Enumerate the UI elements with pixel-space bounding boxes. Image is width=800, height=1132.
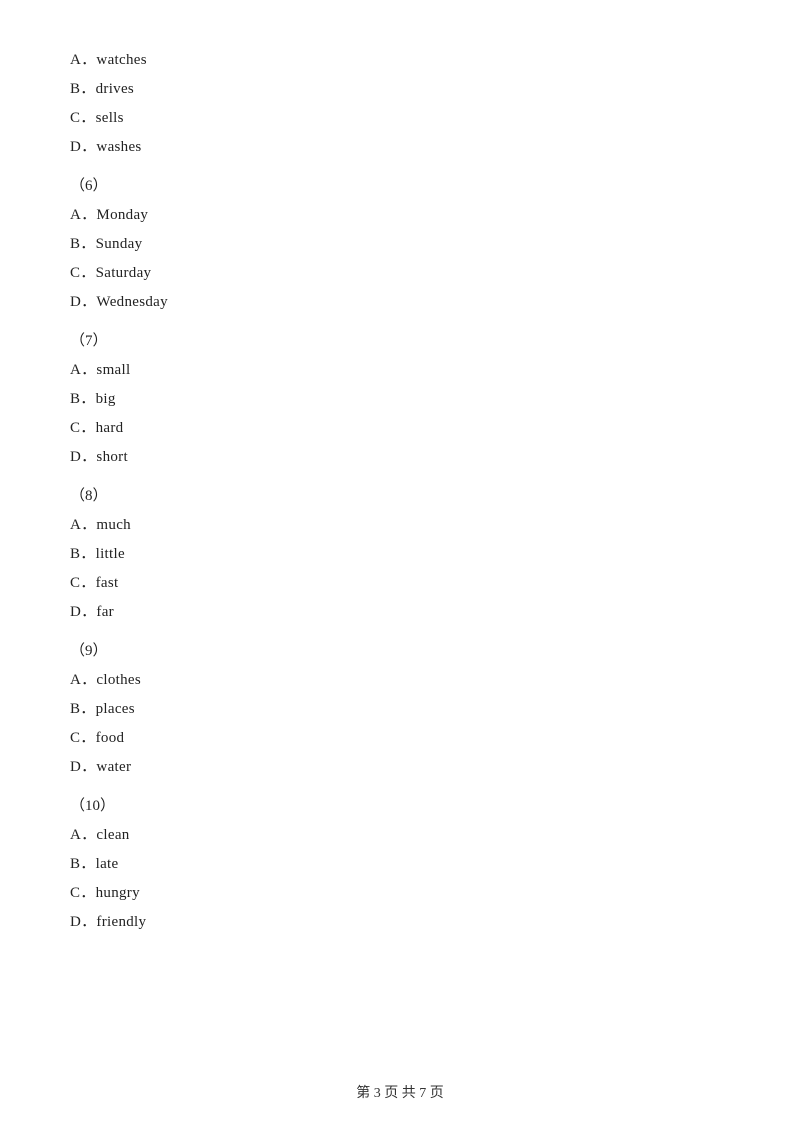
option-9b: B．places: [70, 697, 730, 718]
option-8b: B．little: [70, 542, 730, 563]
page-content: A．watches B．drives C．sells D．washes （6） …: [0, 0, 800, 999]
question-number-10: （10）: [70, 794, 730, 815]
option-5b: B．drives: [70, 77, 730, 98]
question-block-6: （6） A．Monday B．Sunday C．Saturday D．Wedne…: [70, 174, 730, 311]
question-block-7: （7） A．small B．big C．hard D．short: [70, 329, 730, 466]
question-block-8: （8） A．much B．little C．fast D．far: [70, 484, 730, 621]
footer-text: 第 3 页 共 7 页: [356, 1086, 444, 1101]
option-7a: A．small: [70, 358, 730, 379]
question-number-7: （7）: [70, 329, 730, 350]
option-5d: D．washes: [70, 135, 730, 156]
option-10d: D．friendly: [70, 910, 730, 931]
question-number-8: （8）: [70, 484, 730, 505]
option-6a: A．Monday: [70, 203, 730, 224]
option-6c: C．Saturday: [70, 261, 730, 282]
option-10b: B．late: [70, 852, 730, 873]
question-block-9: （9） A．clothes B．places C．food D．water: [70, 639, 730, 776]
option-6d: D．Wednesday: [70, 290, 730, 311]
option-7c: C．hard: [70, 416, 730, 437]
option-5c: C．sells: [70, 106, 730, 127]
option-9d: D．water: [70, 755, 730, 776]
question-number-9: （9）: [70, 639, 730, 660]
question-block-5: A．watches B．drives C．sells D．washes: [70, 48, 730, 156]
question-number-6: （6）: [70, 174, 730, 195]
option-8d: D．far: [70, 600, 730, 621]
page-footer: 第 3 页 共 7 页: [0, 1082, 800, 1102]
option-6b: B．Sunday: [70, 232, 730, 253]
question-block-10: （10） A．clean B．late C．hungry D．friendly: [70, 794, 730, 931]
option-10a: A．clean: [70, 823, 730, 844]
option-9a: A．clothes: [70, 668, 730, 689]
option-5a: A．watches: [70, 48, 730, 69]
option-7b: B．big: [70, 387, 730, 408]
option-8a: A．much: [70, 513, 730, 534]
option-7d: D．short: [70, 445, 730, 466]
option-9c: C．food: [70, 726, 730, 747]
option-8c: C．fast: [70, 571, 730, 592]
option-10c: C．hungry: [70, 881, 730, 902]
